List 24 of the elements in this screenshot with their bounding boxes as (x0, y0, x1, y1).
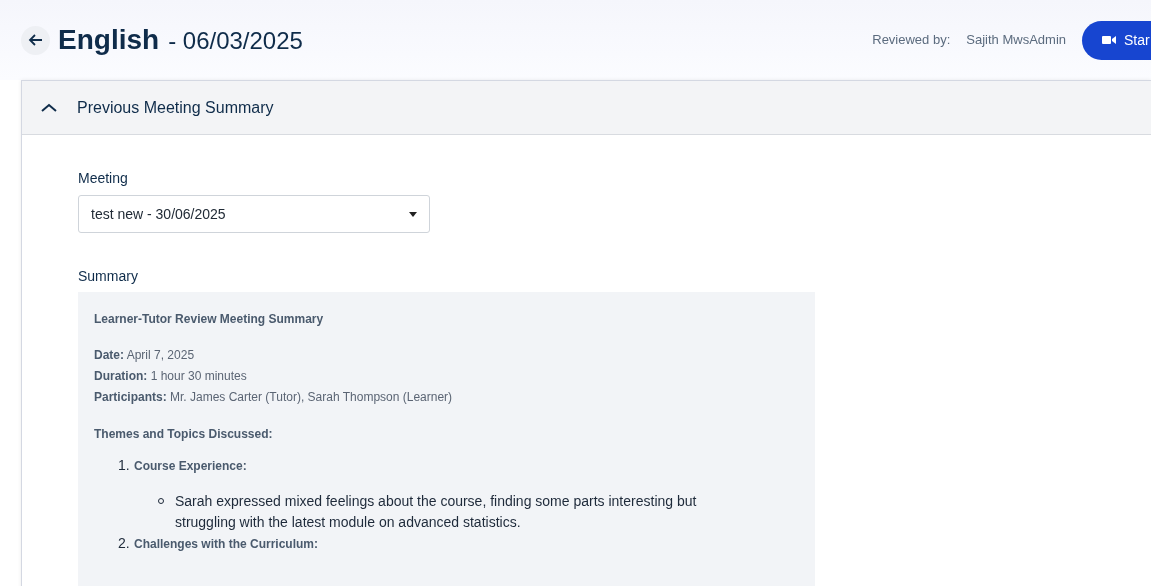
start-button[interactable]: Star (1082, 20, 1151, 60)
dropdown-caret-icon (409, 211, 417, 217)
panel-header[interactable]: Previous Meeting Summary (22, 81, 1151, 135)
detail-line: Participants: Mr. James Carter (Tutor), Sarah Thompson (Learner) (94, 389, 453, 405)
theme-title: Course Experience: (134, 458, 247, 475)
page-date: - 06/03/2025 (168, 26, 303, 56)
meeting-select-value: test new - 30/06/2025 (91, 204, 227, 224)
bullet-text: Sarah expressed mixed feelings about the course, finding some parts interesting but struggling with the latest module on advanced statistics. (175, 492, 698, 532)
list-number: 1. (118, 456, 131, 475)
back-arrow-icon (27, 32, 44, 48)
summary-heading: Learner-Tutor Review Meeting Summary (94, 311, 324, 327)
detail-line: Duration: 1 hour 30 minutes (94, 368, 247, 384)
summary-label: Summary (78, 267, 139, 285)
theme-title: Challenges with the Curriculum: (134, 536, 319, 553)
meeting-label: Meeting (78, 169, 129, 187)
reviewer-name: Sajith MwsAdmin (966, 31, 1066, 50)
video-camera-icon (1102, 35, 1116, 45)
meeting-select[interactable]: test new - 30/06/2025 (78, 195, 430, 233)
reviewed-by-label: Reviewed by: (872, 31, 951, 50)
back-button[interactable] (21, 25, 50, 55)
list-number: 2. (118, 534, 131, 553)
detail-line: Date: April 7, 2025 (94, 347, 195, 363)
themes-heading: Themes and Topics Discussed: (94, 426, 273, 442)
page-title: English (58, 23, 160, 57)
